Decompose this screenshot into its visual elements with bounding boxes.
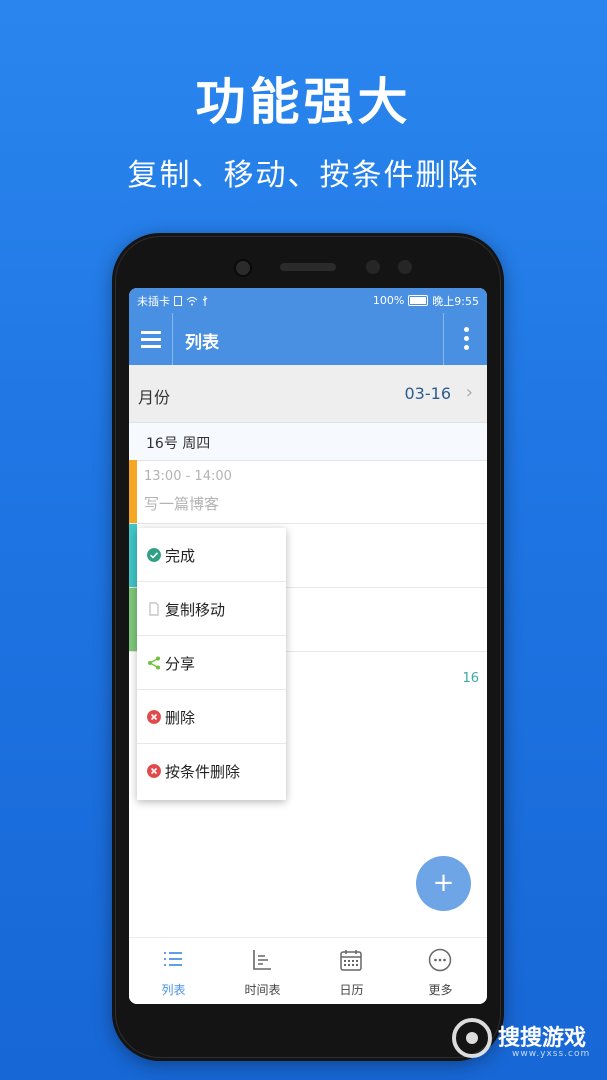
watermark-logo: 搜搜游戏 www.yxss.com bbox=[452, 1018, 602, 1066]
battery-percent: 100% bbox=[372, 294, 405, 307]
nav-item-more[interactable]: 更多 bbox=[396, 938, 485, 1004]
event-day-number: 16 bbox=[462, 671, 479, 686]
carrier-text: 未插卡 bbox=[137, 294, 170, 308]
list-icon bbox=[164, 952, 182, 966]
menu-item-complete[interactable]: 完成 bbox=[137, 528, 286, 582]
nav-label: 列表 bbox=[161, 983, 186, 997]
promo-subline: 复制、移动、按条件删除 bbox=[127, 158, 480, 193]
check-circle-icon bbox=[147, 548, 161, 562]
context-menu: 完成 复制移动 分享 删除 按条件删除 bbox=[137, 528, 286, 800]
status-bar: 未插卡 100% 晚上9:55 bbox=[129, 288, 487, 313]
watermark-icon bbox=[452, 1018, 492, 1058]
watermark-name: 搜搜游戏 bbox=[498, 1026, 587, 1051]
nav-item-timeline[interactable]: 时间表 bbox=[218, 938, 307, 1004]
sensor-dot bbox=[366, 260, 380, 274]
add-event-button[interactable]: + bbox=[416, 856, 471, 911]
menu-item-conditional-delete[interactable]: 按条件删除 bbox=[137, 744, 286, 798]
nav-item-calendar[interactable]: 日历 bbox=[307, 938, 396, 1004]
watermark-url: www.yxss.com bbox=[512, 1049, 591, 1059]
earpiece-speaker bbox=[280, 263, 336, 271]
menu-item-share[interactable]: 分享 bbox=[137, 636, 286, 690]
menu-item-delete[interactable]: 删除 bbox=[137, 690, 286, 744]
menu-item-label: 复制移动 bbox=[165, 601, 226, 619]
close-circle-icon bbox=[147, 764, 161, 778]
close-circle-icon bbox=[147, 710, 161, 724]
sim-icon bbox=[174, 295, 182, 306]
menu-item-copy-move[interactable]: 复制移动 bbox=[137, 582, 286, 636]
event-time: 13:00 - 14:00 bbox=[144, 469, 232, 484]
page-title: 列表 bbox=[185, 333, 219, 353]
event-color-bar bbox=[129, 460, 137, 523]
event-color-bar bbox=[129, 524, 137, 587]
nav-label: 日历 bbox=[339, 983, 364, 997]
event-item[interactable]: 13:00 - 14:00 写一篇博客 bbox=[129, 460, 487, 524]
app-bar: 列表 bbox=[129, 313, 487, 365]
menu-button[interactable] bbox=[129, 313, 173, 365]
wifi-icon bbox=[186, 296, 198, 305]
chevron-right-icon: › bbox=[465, 382, 473, 403]
promo-headline: 功能强大 bbox=[195, 73, 412, 131]
share-icon bbox=[148, 656, 160, 670]
phone-frame: 未插卡 100% 晚上9:55 列表 月份 03-16 › 16号 周四 13:… bbox=[112, 233, 504, 1061]
event-title: 写一篇博客 bbox=[144, 495, 220, 513]
month-selector[interactable]: 月份 03-16 › bbox=[129, 365, 487, 423]
front-camera bbox=[234, 259, 252, 277]
timeline-icon bbox=[253, 950, 271, 970]
menu-item-label: 分享 bbox=[165, 655, 196, 673]
nav-label: 更多 bbox=[428, 983, 453, 997]
sensor-dot bbox=[398, 260, 412, 274]
status-time: 晚上9:55 bbox=[432, 294, 479, 308]
hamburger-icon bbox=[141, 331, 161, 334]
battery-icon bbox=[408, 295, 429, 306]
calendar-icon bbox=[340, 950, 362, 971]
month-label: 月份 bbox=[138, 388, 171, 407]
more-circle-icon bbox=[428, 948, 452, 972]
overflow-menu-button[interactable] bbox=[443, 313, 487, 365]
day-header: 16号 周四 bbox=[129, 423, 487, 461]
nav-label: 时间表 bbox=[244, 983, 281, 997]
nav-item-list[interactable]: 列表 bbox=[129, 938, 218, 1004]
event-color-bar bbox=[129, 588, 137, 651]
bottom-navigation: 列表 时间表 日历 更多 bbox=[129, 937, 487, 1004]
day-header-label: 16号 周四 bbox=[146, 436, 211, 452]
more-vert-icon bbox=[464, 327, 469, 332]
menu-item-label: 删除 bbox=[165, 709, 196, 727]
app-screen: 未插卡 100% 晚上9:55 列表 月份 03-16 › 16号 周四 13:… bbox=[129, 288, 487, 1004]
month-value: 03-16 bbox=[404, 384, 452, 403]
document-icon bbox=[149, 602, 159, 616]
menu-item-label: 按条件删除 bbox=[165, 763, 241, 781]
menu-item-label: 完成 bbox=[165, 547, 196, 565]
usb-icon bbox=[202, 295, 208, 306]
